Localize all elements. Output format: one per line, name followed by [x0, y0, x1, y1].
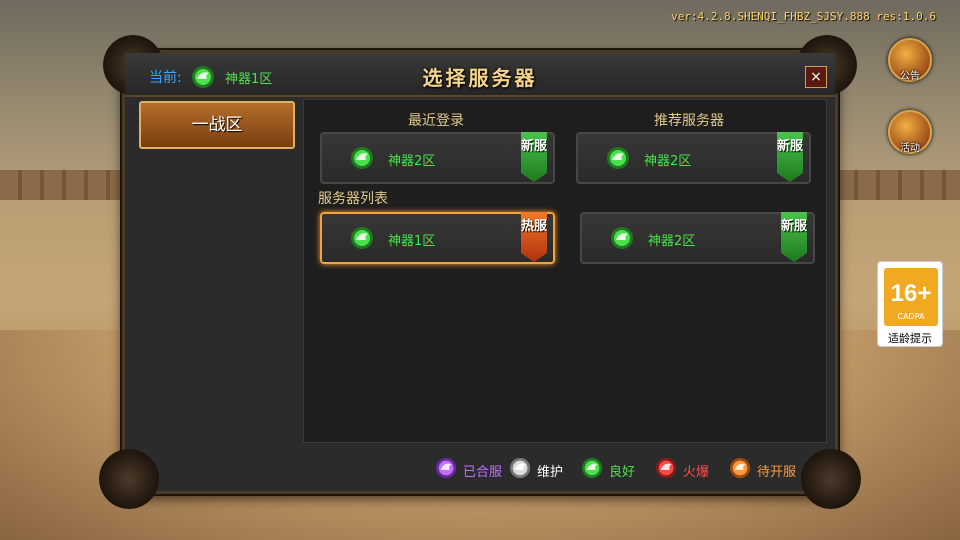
server-select-panel: 当前: 神器1区 选择服务器 × 一战区 最近登录 推荐服务器 神器2区 新服 … — [99, 35, 861, 509]
server-list-title: 服务器列表 — [318, 191, 388, 207]
legend-label: 良好 — [609, 465, 636, 480]
panel-header: 当前: 神器1区 选择服务器 × — [125, 53, 835, 97]
recent-title: 最近登录 — [408, 113, 464, 129]
new-server-tag: 新服 — [777, 132, 803, 182]
dragon-status-icon — [509, 457, 533, 483]
legend-label: 已合服 — [463, 465, 503, 480]
events-label: 活动 — [900, 143, 920, 154]
recommended-title: 推荐服务器 — [654, 113, 724, 129]
recommended-server-item[interactable]: 神器2区 新服 — [576, 132, 811, 184]
legend-item-maintenance: 维护 — [509, 457, 563, 483]
announcement-button[interactable]: 公告 — [888, 38, 932, 82]
server-name: 神器1区 — [388, 234, 436, 249]
hot-server-tag: 热服 — [521, 212, 547, 262]
age-rating-number: 16+ — [890, 280, 932, 307]
server-name: 神器2区 — [388, 154, 436, 169]
close-button[interactable]: × — [805, 66, 827, 88]
age-rating-tip: 适龄提示 — [888, 332, 932, 345]
server-area: 最近登录 推荐服务器 神器2区 新服 神器2区 新服 服务器列表 神器1区 热服 — [303, 99, 827, 443]
dragon-status-icon — [581, 457, 605, 483]
age-rating-box: 16+ CADPA — [884, 268, 938, 326]
dragon-status-icon — [350, 226, 376, 254]
server-list-item[interactable]: 神器1区 热服 — [320, 212, 555, 264]
panel-title: 选择服务器 — [422, 66, 538, 90]
dragon-status-icon — [610, 226, 636, 254]
dragon-status-icon — [606, 146, 632, 174]
status-legend: 已合服 维护 良好 火爆 待开服 — [125, 453, 841, 483]
version-text: ver:4.2.8.SHENQI_FHBZ_SJSY.888 res:1.0.6 — [671, 10, 936, 23]
announcement-label: 公告 — [900, 71, 920, 82]
legend-label: 维护 — [537, 465, 564, 480]
legend-item-upcoming: 待开服 — [729, 457, 796, 483]
new-server-tag: 新服 — [781, 212, 807, 262]
legend-item-hot: 火爆 — [655, 457, 709, 483]
legend-label: 待开服 — [757, 465, 797, 480]
legend-item-merged: 已合服 — [435, 457, 502, 483]
dragon-status-icon — [655, 457, 679, 483]
server-name: 神器2区 — [644, 154, 692, 169]
zone-tab-1[interactable]: 一战区 — [139, 101, 295, 149]
zone-list: 一战区 — [137, 101, 297, 441]
legend-item-good: 良好 — [581, 457, 635, 483]
new-server-tag: 新服 — [521, 132, 547, 182]
dragon-status-icon — [435, 457, 459, 483]
recent-server-item[interactable]: 神器2区 新服 — [320, 132, 555, 184]
legend-label: 火爆 — [683, 465, 710, 480]
dragon-status-icon — [729, 457, 753, 483]
server-list-item[interactable]: 神器2区 新服 — [580, 212, 815, 264]
age-rating-badge: 16+ CADPA 适龄提示 — [877, 261, 943, 347]
server-name: 神器2区 — [648, 234, 696, 249]
events-button[interactable]: 活动 — [888, 110, 932, 154]
dragon-status-icon — [350, 146, 376, 174]
age-rating-org: CADPA — [897, 312, 925, 321]
